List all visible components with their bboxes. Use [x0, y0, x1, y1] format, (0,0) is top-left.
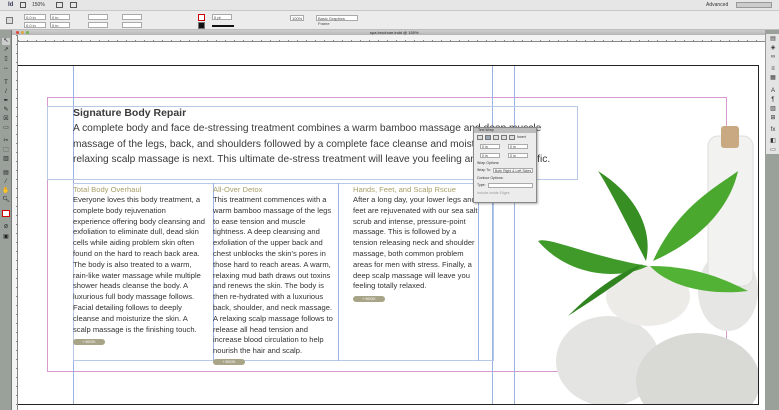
apply-none-icon[interactable]: ⊘ [2, 224, 10, 231]
bottom-offset-field[interactable]: 0 in [480, 153, 500, 158]
zen-stones-bamboo-photo[interactable] [528, 116, 759, 405]
zoom-level[interactable]: 150% [32, 2, 45, 8]
document-page[interactable]: Signature Body Repair A complete body an… [18, 65, 759, 405]
direct-selection-tool-icon[interactable]: ↗ [2, 47, 10, 54]
close-button[interactable] [16, 31, 19, 34]
text-wrap-panel: Text Wrap Invert 0 in 0 in 0 in 0 in Wra… [473, 127, 537, 203]
stroke-weight-field[interactable]: 0 pt [212, 14, 232, 20]
free-transform-tool-icon[interactable]: ⬚ [2, 147, 10, 154]
text-wrap-panel-icon[interactable]: ▧ [769, 106, 777, 112]
x-field[interactable]: 0.0 in [24, 14, 46, 20]
search-field[interactable] [736, 2, 772, 8]
reference-point-icon[interactable] [6, 17, 13, 24]
treatment-column: Hands, Feet, and Scalp Rscue After a lon… [353, 185, 479, 303]
y-field[interactable]: 0.0 in [24, 22, 46, 28]
type-label: Type: [477, 183, 486, 187]
book-button[interactable]: + BOOK [353, 296, 385, 303]
invert-checkbox[interactable]: Invert [517, 135, 526, 140]
object-style-select[interactable]: Basic Graphics Frame [316, 15, 358, 26]
wrap-object-shape-icon[interactable] [493, 135, 499, 140]
treatment-column: Total Body Overhaul Everyone loves this … [73, 185, 206, 346]
section-heading: Signature Body Repair [73, 107, 187, 119]
rectangle-tool-icon[interactable]: ▭ [2, 125, 10, 132]
pathfinder-panel-icon[interactable]: ◧ [769, 138, 777, 144]
leaf [598, 171, 648, 261]
stroke-panel-icon[interactable]: ≡ [769, 66, 777, 72]
line-tool-icon[interactable]: / [2, 89, 10, 96]
zoom-tool-icon[interactable]: 🔍︎ [2, 197, 10, 204]
scale-x-field[interactable] [88, 14, 108, 20]
character-panel-icon[interactable]: A [769, 88, 777, 94]
rotate-field[interactable] [122, 14, 142, 20]
jump-object-icon[interactable] [501, 135, 507, 140]
pencil-tool-icon[interactable]: ✎ [2, 107, 10, 114]
wrap-bounding-box-icon[interactable] [485, 135, 491, 140]
effects-panel-icon[interactable]: fx [769, 127, 777, 133]
top-offset-field[interactable]: 0 in [480, 144, 500, 149]
application-bar: Id 150% Advanced [0, 0, 779, 11]
cork [721, 126, 739, 148]
treatment-column: All-Over Detox This treatment commences … [213, 185, 338, 365]
column-divider [338, 183, 339, 361]
swatches-panel-icon[interactable]: ▦ [769, 75, 777, 81]
column-title: Hands, Feet, and Scalp Rscue [353, 185, 456, 194]
h-field[interactable]: 0 in [50, 22, 70, 28]
pen-tool-icon[interactable]: ✒ [2, 98, 10, 105]
page-tool-icon[interactable]: ▯ [2, 56, 10, 63]
w-field[interactable]: 0 in [50, 14, 70, 20]
panel-dock: ▤ ◈ ∞ ≡ ▦ A ¶ ▧ ⊞ fx ◧ ▭ [765, 30, 779, 410]
stroke-swatch-icon[interactable] [198, 22, 205, 29]
wrap-to-select[interactable]: Both Right & Left Sides [492, 168, 533, 173]
tools-panel: ↖ ↗ ▯ ↔ T / ✒ ✎ ☒ ▭ ✂ ⬚ ▥ ▤ ⁄ ✋ 🔍︎ ⊘ ▣ [0, 30, 12, 410]
shear-field[interactable] [122, 22, 142, 28]
minimize-button[interactable] [21, 31, 24, 34]
hand-tool-icon[interactable]: ✋ [2, 188, 10, 195]
include-inside-edges-checkbox[interactable]: Include Inside Edges [474, 190, 536, 196]
note-tool-icon[interactable]: ▤ [2, 170, 10, 177]
selection-tool-icon[interactable]: ↖ [2, 38, 10, 45]
stroke-type-line[interactable] [212, 25, 234, 27]
arrange-icon[interactable] [70, 2, 77, 8]
book-button[interactable]: + BOOK [213, 358, 245, 365]
right-offset-field[interactable]: 0 in [508, 153, 528, 158]
no-wrap-icon[interactable] [477, 135, 483, 140]
column-text: Everyone loves this body treatment, a co… [73, 195, 206, 334]
scissors-tool-icon[interactable]: ✂ [2, 138, 10, 145]
column-text: This treatment commences with a warm bam… [213, 195, 333, 356]
align-panel-icon[interactable]: ⊞ [769, 115, 777, 121]
screen-mode-icon[interactable] [56, 2, 63, 8]
wrap-to-label: Wrap To: [477, 168, 491, 172]
eyedropper-tool-icon[interactable]: ⁄ [2, 179, 10, 186]
column-text: After a long day, your lower legs and fe… [353, 195, 478, 291]
scale-y-field[interactable] [88, 22, 108, 28]
gradient-panel-icon[interactable]: ▭ [769, 147, 777, 153]
gradient-tool-icon[interactable]: ▥ [2, 156, 10, 163]
jump-next-column-icon[interactable] [509, 135, 515, 140]
control-panel: 0.0 in 0.0 in 0 in 0 in 0 pt 100% Basic … [0, 11, 779, 30]
zoom-button[interactable] [26, 31, 29, 34]
type-tool-icon[interactable]: T [2, 80, 10, 87]
view-mode-icon[interactable]: ▣ [2, 234, 10, 241]
paragraph-panel-icon[interactable]: ¶ [769, 97, 777, 103]
bridge-icon[interactable]: Id [8, 2, 13, 8]
column-title: Total Body Overhaul [73, 185, 142, 194]
horizontal-ruler[interactable] [18, 35, 765, 42]
layers-panel-icon[interactable]: ◈ [769, 45, 777, 51]
links-panel-icon[interactable]: ∞ [769, 54, 777, 60]
type-select[interactable] [487, 183, 533, 188]
opacity-field[interactable]: 100% [290, 15, 304, 21]
fill-swatch-icon[interactable] [198, 14, 205, 21]
pages-panel-icon[interactable]: ▤ [769, 36, 777, 42]
left-offset-field[interactable]: 0 in [508, 144, 528, 149]
view-icon[interactable] [20, 2, 26, 8]
rectangle-frame-tool-icon[interactable]: ☒ [2, 116, 10, 123]
gap-tool-icon[interactable]: ↔ [2, 65, 10, 72]
book-button[interactable]: + BOOK [73, 339, 105, 346]
workspace-switcher[interactable]: Advanced [706, 2, 728, 8]
fill-stroke-icon[interactable] [2, 210, 10, 217]
pasteboard[interactable]: Signature Body Repair A complete body an… [18, 43, 765, 410]
column-title: All-Over Detox [213, 185, 263, 194]
